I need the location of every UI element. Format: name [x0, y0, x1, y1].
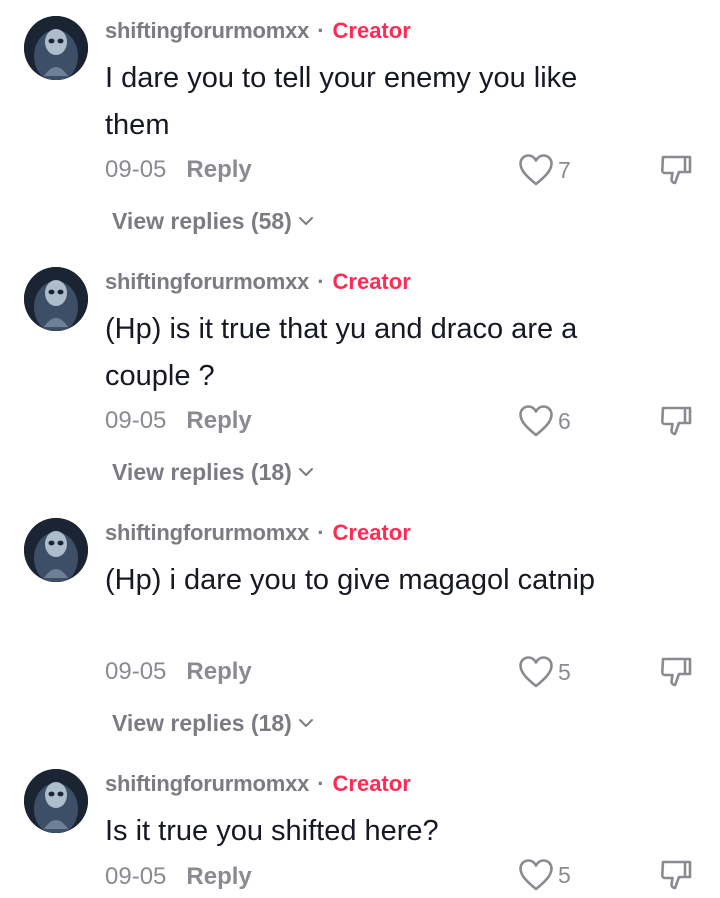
creator-badge: Creator: [332, 269, 411, 294]
like-button[interactable]: 7: [518, 152, 571, 188]
comment-date: 09-05: [105, 156, 167, 183]
comment-item: shiftingforurmomxx · Creator I dare you …: [0, 0, 720, 251]
avatar[interactable]: [24, 16, 88, 80]
like-count: 5: [558, 861, 571, 888]
creator-badge: Creator: [332, 18, 411, 43]
avatar-image: [24, 267, 88, 331]
comment-text: I dare you to tell your enemy you like t…: [105, 62, 578, 141]
reply-button[interactable]: Reply: [186, 407, 251, 435]
heart-outline-icon: [519, 859, 553, 891]
heart-outline-icon: [519, 154, 553, 186]
comment-header: shiftingforurmomxx · Creator: [105, 267, 411, 297]
comment-text: Is it true you shifted here?: [105, 815, 439, 847]
view-replies-label: View replies (18): [112, 709, 292, 736]
comment-date: 09-05: [105, 863, 167, 890]
view-replies-button[interactable]: View replies (18): [112, 707, 314, 739]
username[interactable]: shiftingforurmomxx: [105, 269, 309, 295]
heart-outline-icon: [519, 656, 553, 688]
reply-button[interactable]: Reply: [186, 863, 251, 891]
avatar-image: [24, 518, 88, 582]
dislike-button[interactable]: [658, 857, 694, 893]
comment-text: (Hp) i dare you to give magagol catnip: [105, 564, 596, 596]
thumbs-down-outline-icon: [660, 657, 692, 687]
creator-badge: Creator: [332, 520, 411, 545]
like-count: 7: [558, 156, 571, 183]
like-count: 6: [558, 407, 571, 434]
dislike-button[interactable]: [658, 403, 694, 439]
chevron-down-icon: [298, 468, 313, 476]
comment-date: 09-05: [105, 658, 167, 685]
comment-text: (Hp) is it true that yu and draco are a …: [105, 313, 578, 392]
comment-date: 09-05: [105, 407, 167, 434]
separator-dot: ·: [317, 269, 325, 294]
comment-meta: 09-05 Reply: [105, 403, 252, 439]
comment-meta: 09-05 Reply: [105, 152, 252, 188]
dislike-button[interactable]: [658, 654, 694, 690]
separator-dot: ·: [317, 771, 325, 796]
chevron-down-icon: [298, 719, 313, 727]
username[interactable]: shiftingforurmomxx: [105, 771, 309, 797]
avatar-image: [24, 16, 88, 80]
comment-item: shiftingforurmomxx · Creator (Hp) i dare…: [0, 502, 720, 753]
separator-dot: ·: [317, 520, 325, 545]
avatar[interactable]: [24, 518, 88, 582]
comment-meta: 09-05 Reply: [105, 859, 252, 895]
username[interactable]: shiftingforurmomxx: [105, 18, 309, 44]
like-button[interactable]: 6: [518, 403, 571, 439]
like-button[interactable]: 5: [518, 857, 571, 893]
thumbs-down-outline-icon: [660, 860, 692, 890]
view-replies-label: View replies (18): [112, 458, 292, 485]
thumbs-down-outline-icon: [660, 155, 692, 185]
username[interactable]: shiftingforurmomxx: [105, 520, 309, 546]
comment-header: shiftingforurmomxx · Creator: [105, 518, 411, 548]
comment-item: shiftingforurmomxx · Creator (Hp) is it …: [0, 251, 720, 502]
separator-dot: ·: [317, 18, 325, 43]
comment-item: shiftingforurmomxx · Creator Is it true …: [0, 753, 720, 894]
avatar-image: [24, 769, 88, 833]
like-button[interactable]: 5: [518, 654, 571, 690]
creator-badge: Creator: [332, 771, 411, 796]
comment-meta: 09-05 Reply: [105, 654, 252, 690]
like-count: 5: [558, 658, 571, 685]
view-replies-button[interactable]: View replies (58): [112, 205, 314, 237]
avatar[interactable]: [24, 267, 88, 331]
comment-header: shiftingforurmomxx · Creator: [105, 769, 411, 799]
view-replies-label: View replies (58): [112, 207, 292, 234]
avatar[interactable]: [24, 769, 88, 833]
heart-outline-icon: [519, 405, 553, 437]
dislike-button[interactable]: [658, 152, 694, 188]
chevron-down-icon: [298, 217, 313, 225]
reply-button[interactable]: Reply: [186, 156, 251, 184]
comment-header: shiftingforurmomxx · Creator: [105, 16, 411, 46]
thumbs-down-outline-icon: [660, 406, 692, 436]
reply-button[interactable]: Reply: [186, 658, 251, 686]
view-replies-button[interactable]: View replies (18): [112, 456, 314, 488]
